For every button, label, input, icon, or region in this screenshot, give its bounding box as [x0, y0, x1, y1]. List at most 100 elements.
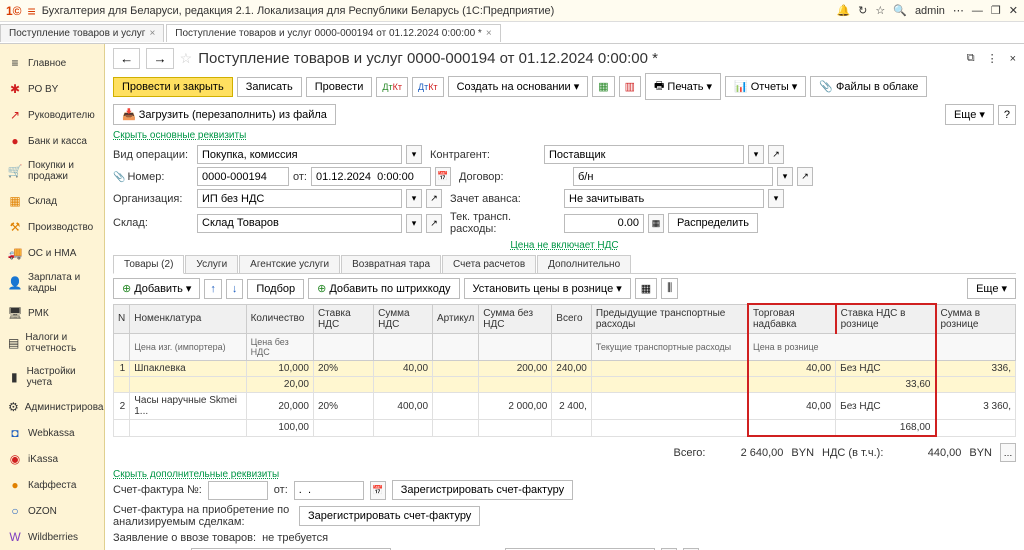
barcode-button[interactable]: ⊕ Добавить по штрихкоду: [308, 278, 459, 299]
dropdown-button[interactable]: ▾: [406, 145, 422, 164]
advance-input[interactable]: [564, 189, 764, 208]
retail-price-button[interactable]: Установить цены в рознице ▾: [464, 278, 631, 299]
sidebar-item[interactable]: ◉iKassa: [0, 446, 104, 472]
config-button[interactable]: ▦: [635, 278, 657, 299]
excel-button[interactable]: ▦: [592, 76, 614, 97]
register-sf-button[interactable]: Зарегистрировать счет-фактуру: [392, 480, 573, 500]
org-input[interactable]: [197, 189, 402, 208]
hide-main-link[interactable]: Скрыть основные реквизиты: [113, 130, 246, 141]
items-table[interactable]: NНоменклатураКоличество Ставка НДССумма …: [113, 303, 1016, 437]
move-up-button[interactable]: ↑: [204, 279, 222, 299]
create-based-button[interactable]: Создать на основании ▾: [448, 76, 589, 97]
sub-tab[interactable]: Услуги: [185, 255, 238, 273]
sub-tab[interactable]: Счета расчетов: [442, 255, 536, 273]
sub-tab[interactable]: Возвратная тара: [341, 255, 441, 273]
sidebar-item[interactable]: ⚒Производство: [0, 214, 104, 240]
calc-button[interactable]: ▦: [648, 214, 664, 233]
cloud-files-button[interactable]: 📎 Файлы в облаке: [810, 76, 927, 97]
sidebar-item[interactable]: 🚚ОС и НМА: [0, 240, 104, 266]
sidebar-item[interactable]: ⚙Администрирование: [0, 394, 104, 420]
open-button[interactable]: ↗: [426, 189, 442, 208]
doc-tab[interactable]: Поступление товаров и услуг ×: [0, 24, 164, 42]
sidebar-item[interactable]: WWildberries: [0, 524, 104, 550]
history-icon[interactable]: ↻: [858, 4, 867, 17]
menu-icon[interactable]: ⋮: [987, 52, 998, 65]
sidebar-item[interactable]: 🖥РМК: [0, 300, 104, 326]
open-button[interactable]: ↗: [426, 214, 442, 233]
table-more-button[interactable]: Еще ▾: [967, 278, 1016, 299]
close-icon[interactable]: ×: [149, 28, 155, 39]
sub-tab[interactable]: Агентские услуги: [239, 255, 340, 273]
search-icon[interactable]: 🔍: [893, 4, 907, 17]
price-novat-link[interactable]: Цена не включает НДС: [510, 240, 618, 251]
warehouse-input[interactable]: [197, 214, 402, 233]
open-button[interactable]: ↗: [797, 167, 813, 186]
move-down-button[interactable]: ↓: [226, 279, 244, 299]
sidebar-item[interactable]: ✱РО BY: [0, 76, 104, 102]
transport-input[interactable]: [564, 214, 644, 233]
sidebar-item[interactable]: ◘Webkassa: [0, 420, 104, 446]
add-button[interactable]: ⊕ Добавить ▾: [113, 278, 200, 299]
save-button[interactable]: Записать: [237, 77, 302, 97]
number-input[interactable]: [197, 167, 289, 186]
sidebar-item[interactable]: ○OZON: [0, 498, 104, 524]
star-icon[interactable]: ☆: [875, 4, 885, 17]
sidebar-item[interactable]: ▮Настройки учета: [0, 360, 104, 394]
sf-num-input[interactable]: [208, 481, 268, 500]
more-icon[interactable]: ⋯: [953, 4, 964, 17]
popout-icon[interactable]: ⧉: [967, 52, 975, 65]
register-sf2-button[interactable]: Зарегистрировать счет-фактуру: [299, 506, 480, 526]
sidebar-item[interactable]: ▦Склад: [0, 188, 104, 214]
dt-kt-button[interactable]: ДтКт: [376, 77, 408, 97]
reports-button[interactable]: 📊 Отчеты ▾: [725, 76, 806, 97]
dropdown-button[interactable]: ▾: [768, 189, 784, 208]
burger-icon[interactable]: ≡: [28, 3, 36, 19]
table-row[interactable]: 2Часы наручные Skmei 1...20,00020%400,00…: [114, 393, 1016, 420]
post-close-button[interactable]: Провести и закрыть: [113, 77, 233, 97]
op-type-input[interactable]: [197, 145, 402, 164]
sidebar-item[interactable]: ↗Руководителю: [0, 102, 104, 128]
sidebar-item[interactable]: 👤Зарплата и кадры: [0, 266, 104, 300]
pdf-button[interactable]: ▥: [619, 76, 641, 97]
favorite-icon[interactable]: ☆: [180, 50, 193, 67]
sidebar-item[interactable]: ▤Налоги и отчетность: [0, 326, 104, 360]
date-input[interactable]: [311, 167, 431, 186]
calendar-button[interactable]: 📅: [370, 481, 386, 500]
more-button[interactable]: Еще ▾: [945, 104, 994, 125]
close-icon[interactable]: ×: [486, 28, 492, 39]
post-button[interactable]: Провести: [306, 77, 373, 97]
table-row[interactable]: 100,00168,00: [114, 420, 1016, 437]
close-panel-icon[interactable]: ×: [1010, 53, 1016, 65]
totals-more-button[interactable]: …: [1000, 443, 1016, 462]
load-button[interactable]: 📥 Загрузить (перезаполнить) из файла: [113, 104, 336, 125]
sub-tab[interactable]: Дополнительно: [537, 255, 631, 273]
calendar-button[interactable]: 📅: [435, 167, 451, 186]
sub-tab[interactable]: Товары (2): [113, 255, 184, 274]
print-button[interactable]: 🖶 Печать ▾: [645, 73, 721, 100]
user-label[interactable]: admin: [915, 5, 945, 17]
open-button[interactable]: ↗: [768, 145, 784, 164]
table-row[interactable]: 20,0033,60: [114, 377, 1016, 393]
forward-button[interactable]: →: [146, 48, 173, 69]
dropdown-button[interactable]: ▾: [406, 214, 422, 233]
barcode-icon-button[interactable]: ⫼: [661, 278, 678, 299]
dropdown-button[interactable]: ▾: [777, 167, 793, 186]
dt-kt-alt-button[interactable]: ДтКт: [412, 77, 444, 97]
restore-icon[interactable]: ❐: [991, 4, 1001, 17]
sidebar-item[interactable]: ●Банк и касса: [0, 128, 104, 154]
bell-icon[interactable]: 🔔: [836, 4, 850, 17]
back-button[interactable]: ←: [113, 48, 140, 69]
distribute-button[interactable]: Распределить: [668, 213, 758, 233]
pick-button[interactable]: Подбор: [247, 279, 304, 299]
help-button[interactable]: ?: [998, 105, 1016, 125]
hide-extra-link[interactable]: Скрыть дополнительные реквизиты: [113, 469, 279, 480]
dropdown-button[interactable]: ▾: [406, 189, 422, 208]
sidebar-item[interactable]: 🛒Покупки и продажи: [0, 154, 104, 188]
contract-input[interactable]: [573, 167, 773, 186]
counterparty-input[interactable]: [544, 145, 744, 164]
sf-date-input[interactable]: [294, 481, 364, 500]
doc-tab[interactable]: Поступление товаров и услуг 0000-000194 …: [166, 24, 500, 42]
close-icon[interactable]: ✕: [1009, 4, 1018, 17]
sidebar-item[interactable]: ≡Главное: [0, 50, 104, 76]
dropdown-button[interactable]: ▾: [748, 145, 764, 164]
